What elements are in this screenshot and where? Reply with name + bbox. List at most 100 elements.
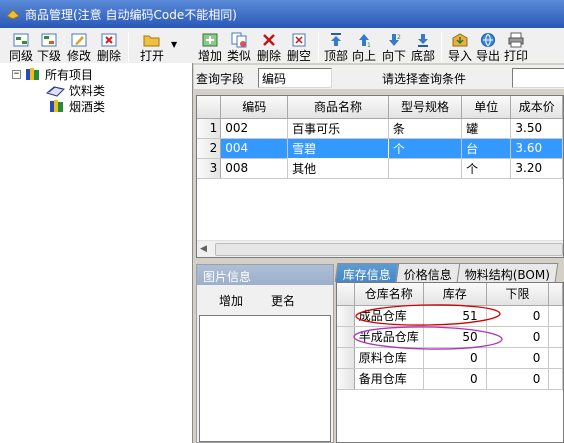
tab-bom[interactable]: 物料结构(BOM) [456, 263, 559, 282]
cell-min[interactable]: 0 [486, 368, 550, 390]
cell-name[interactable]: 其他 [287, 158, 389, 179]
add-image-button[interactable]: 增加 [219, 292, 243, 309]
delete-node-button[interactable]: 删除 [94, 30, 124, 64]
tab-stock-info[interactable]: 库存信息 [334, 263, 400, 282]
cell-unit[interactable]: 台 [461, 138, 512, 159]
column-header-warehouse[interactable]: 仓库名称 [354, 283, 424, 306]
collapse-icon[interactable]: − [12, 69, 21, 79]
cell-min[interactable]: 0 [486, 305, 550, 327]
cell-spec[interactable] [388, 158, 463, 179]
add-child-button[interactable]: 下级 [34, 30, 64, 64]
cell-cost[interactable]: 3.60 [510, 138, 563, 159]
row-marker[interactable] [337, 347, 355, 369]
add-icon [202, 33, 218, 47]
cell-cost[interactable]: 3.50 [510, 118, 563, 139]
cell-warehouse[interactable]: 半成品仓库 [354, 326, 424, 348]
export-button[interactable]: 导出 [474, 30, 502, 64]
query-field-label: 查询字段 [196, 72, 245, 86]
scrollbar-thumb[interactable] [215, 243, 563, 256]
image-info-panel: 图片信息 增加 更名 [196, 264, 334, 443]
grid-header-row: 编码 商品名称 型号规格 单位 成本价 [197, 96, 563, 119]
category-tree[interactable]: − 所有项目 饮料类 烟酒类 [0, 63, 193, 443]
add-sibling-icon [13, 33, 29, 47]
move-down-button[interactable]: 2 向下 [379, 30, 409, 64]
cell-warehouse[interactable]: 原料仓库 [354, 347, 424, 369]
cell-name[interactable]: 百事可乐 [287, 118, 389, 139]
window-title: 商品管理(注意 自动编码Code不能相同) [25, 7, 237, 22]
table-row[interactable]: 3 008 其他 个 3.20 [197, 158, 563, 179]
copy-similar-button[interactable]: 类似 [224, 30, 254, 64]
import-button[interactable]: 导入 [446, 30, 474, 64]
table-row[interactable]: 备用仓库 0 0 [337, 368, 563, 390]
row-number[interactable]: 1 [197, 118, 222, 139]
column-header-extra [548, 283, 563, 306]
product-grid[interactable]: 编码 商品名称 型号规格 单位 成本价 1 002 百事可乐 条 罐 3.50 … [196, 95, 564, 258]
move-bottom-button[interactable]: 底部 [409, 30, 437, 64]
row-marker[interactable] [337, 326, 355, 348]
delete-row-button[interactable]: 删除 [254, 30, 284, 64]
cell-spec[interactable]: 条 [388, 118, 463, 139]
tab-price-info[interactable]: 价格信息 [395, 263, 461, 282]
horizontal-scrollbar[interactable]: ◀ [197, 240, 563, 257]
query-condition-input[interactable] [512, 68, 564, 88]
row-number[interactable]: 2 [197, 138, 222, 159]
table-row[interactable]: 半成品仓库 50 0 [337, 326, 563, 348]
print-button[interactable]: 打印 [502, 30, 530, 64]
tree-root-label: 所有项目 [45, 67, 94, 82]
cell-code[interactable]: 002 [220, 118, 289, 139]
column-header-code[interactable]: 编码 [220, 96, 289, 119]
stock-grid[interactable]: 仓库名称 库存 下限 成品仓库 51 0 半成品仓库 50 0 原料仓库 0 0… [336, 282, 564, 443]
table-row-selected[interactable]: 2 004 雪碧 个 台 3.60 [197, 137, 563, 159]
cell-qty[interactable]: 0 [423, 368, 487, 390]
tree-item-beverages[interactable]: 饮料类 [46, 82, 105, 98]
cell-name[interactable]: 雪碧 [287, 137, 389, 159]
copy-similar-icon [231, 32, 247, 48]
cell-qty[interactable]: 50 [423, 326, 487, 348]
cell-qty[interactable]: 0 [423, 347, 487, 369]
cell-unit[interactable]: 个 [461, 158, 512, 179]
title-bar[interactable]: 商品管理(注意 自动编码Code不能相同) [0, 0, 564, 28]
cell-unit[interactable]: 罐 [461, 118, 512, 139]
table-row[interactable]: 成品仓库 51 0 [337, 305, 563, 327]
edit-icon [71, 33, 87, 47]
table-row[interactable]: 1 002 百事可乐 条 罐 3.50 [197, 118, 563, 139]
cell-min[interactable]: 0 [486, 347, 550, 369]
tree-root-all[interactable]: − 所有项目 [12, 66, 93, 82]
rename-image-button[interactable]: 更名 [271, 292, 295, 309]
cell-code[interactable]: 004 [220, 138, 289, 159]
column-header-min[interactable]: 下限 [486, 283, 550, 306]
scroll-left-icon[interactable]: ◀ [200, 244, 207, 254]
open-folder-icon [143, 35, 160, 47]
row-number[interactable]: 3 [197, 158, 222, 179]
app-icon [6, 9, 20, 20]
cell-code[interactable]: 008 [220, 158, 289, 179]
column-header-unit[interactable]: 单位 [461, 96, 512, 119]
clear-all-button[interactable]: 删空 [284, 30, 314, 64]
table-row[interactable]: 原料仓库 0 0 [337, 347, 563, 369]
add-sibling-button[interactable]: 同级 [8, 30, 34, 64]
row-marker[interactable] [337, 368, 355, 390]
cell-spec[interactable]: 个 [388, 138, 463, 159]
move-up-button[interactable]: 1 向上 [349, 30, 379, 64]
add-button[interactable]: 增加 [196, 30, 224, 64]
cell-qty[interactable]: 51 [423, 305, 487, 327]
column-header-cost[interactable]: 成本价 [510, 96, 563, 119]
column-header-name[interactable]: 商品名称 [287, 96, 389, 119]
edit-button[interactable]: 修改 [64, 30, 94, 64]
cell-cost[interactable]: 3.20 [510, 158, 563, 179]
add-child-label: 下级 [36, 49, 61, 63]
cell-warehouse[interactable]: 成品仓库 [354, 305, 424, 327]
tree-item-tobacco-alcohol[interactable]: 烟酒类 [46, 98, 105, 114]
query-field-input[interactable] [258, 68, 332, 88]
open-button[interactable]: 打开 [133, 30, 171, 64]
move-up-label: 向上 [351, 49, 376, 63]
column-header-spec[interactable]: 型号规格 [388, 96, 463, 119]
cell-warehouse[interactable]: 备用仓库 [354, 368, 424, 390]
column-header-qty[interactable]: 库存 [423, 283, 487, 306]
image-preview[interactable] [199, 315, 331, 442]
move-top-button[interactable]: 顶部 [323, 30, 349, 64]
clear-icon [292, 33, 306, 47]
cell-min[interactable]: 0 [486, 326, 550, 348]
open-dropdown-arrow-icon[interactable]: ▼ [171, 40, 177, 49]
row-marker[interactable] [337, 305, 355, 327]
